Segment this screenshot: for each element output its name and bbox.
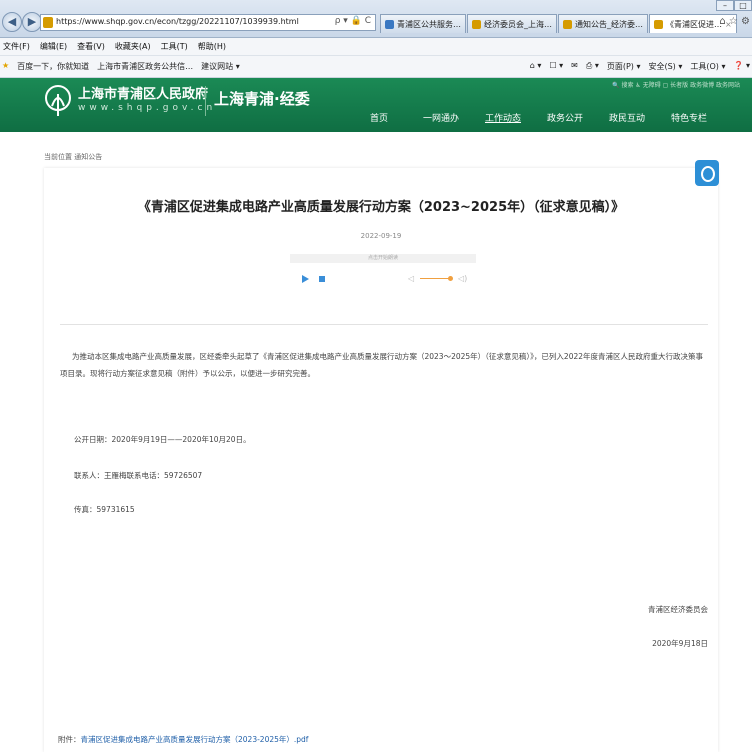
back-button[interactable]: ◀	[2, 12, 22, 32]
attachment-link[interactable]: 青浦区促进集成电路产业高质量发展行动方案（2023-2025年）.pdf	[81, 735, 309, 744]
print-icon[interactable]: ⎙ ▾	[586, 61, 599, 72]
tab-public-service[interactable]: 青浦区公共服务…	[380, 14, 466, 33]
content-divider	[60, 324, 708, 325]
tools-menu[interactable]: 工具(O) ▾	[690, 61, 725, 72]
maximize-button[interactable]: □	[734, 0, 752, 11]
site-title[interactable]: 上海市青浦区人民政府	[78, 83, 208, 102]
volume-slider-handle[interactable]	[448, 276, 453, 281]
minimize-button[interactable]: –	[716, 0, 734, 11]
menu-help[interactable]: 帮助(H)	[198, 41, 226, 52]
volume-down-icon[interactable]: ◁	[408, 274, 414, 283]
read-aloud-label[interactable]: 点击开始朗读	[290, 254, 476, 263]
site-favicon-icon	[43, 17, 53, 28]
fav-baidu[interactable]: 百度一下，你就知道	[17, 61, 89, 72]
play-icon[interactable]	[302, 275, 309, 283]
department-name[interactable]: 上海青浦·经委	[214, 88, 310, 109]
article-body: 为推动本区集成电路产业高质量发展，区经委牵头起草了《青浦区促进集成电路产业高质量…	[60, 352, 704, 378]
tab-favicon-icon	[472, 19, 481, 29]
attachment-row: 附件：青浦区促进集成电路产业高质量发展行动方案（2023-2025年）.pdf	[58, 734, 308, 745]
nav-gov-affairs[interactable]: 政务公开	[534, 111, 596, 124]
header-divider	[205, 86, 206, 116]
public-period: 公开日期：2020年9月19日——2020年10月20日。	[74, 435, 251, 444]
address-bar[interactable]: https://www.shqp.gov.cn/econ/tzgg/202211…	[40, 14, 376, 31]
fav-qingpu[interactable]: 上海市青浦区政务公共信…	[97, 61, 193, 72]
mail-icon[interactable]: ✉	[571, 61, 578, 72]
menu-bar: 文件(F) 编辑(E) 查看(V) 收藏夹(A) 工具(T) 帮助(H)	[0, 38, 752, 56]
nav-online-service[interactable]: 一网通办	[410, 111, 472, 124]
stop-icon[interactable]	[319, 276, 325, 282]
article-date: 2022-09-19	[360, 232, 402, 240]
tab-notices[interactable]: 通知公告_经济委…	[558, 14, 648, 33]
menu-view[interactable]: 查看(V)	[77, 41, 105, 52]
utility-links[interactable]: 🔍 搜索 ♿ 无障碍 ▢ 长者版 政务微博 政务网站	[612, 80, 740, 89]
safety-menu[interactable]: 安全(S) ▾	[648, 61, 682, 72]
floating-assistant-icon[interactable]	[695, 160, 719, 186]
forward-button[interactable]: ▶	[22, 12, 42, 32]
address-tools[interactable]: ρ ▾ 🔒 C	[335, 16, 371, 26]
nav-home[interactable]: 首页	[348, 111, 410, 124]
breadcrumb[interactable]: 当前位置 通知公告	[44, 152, 102, 162]
attachment-label: 附件：	[58, 735, 81, 744]
address-text[interactable]: https://www.shqp.gov.cn/econ/tzgg/202211…	[56, 17, 299, 26]
fax-info: 传真：59731615	[74, 505, 135, 514]
page-menu[interactable]: 页面(P) ▾	[607, 61, 641, 72]
issuer-signature: 青浦区经济委员会	[648, 605, 708, 614]
tab-strip: 青浦区公共服务… 经济委员会_上海… 通知公告_经济委… 《青浦区促进… ×	[380, 14, 738, 33]
tab-favicon-icon	[654, 19, 663, 29]
main-nav: 首页 一网通办 工作动态 政务公开 政民互动 特色专栏	[348, 111, 720, 124]
issue-date: 2020年9月18日	[652, 639, 708, 648]
tab-favicon-icon	[563, 19, 572, 29]
home-icon[interactable]: ⌂ ▾	[530, 61, 542, 72]
tab-favicon-icon	[385, 19, 394, 29]
nav-special-columns[interactable]: 特色专栏	[658, 111, 720, 124]
tab-econ-committee[interactable]: 经济委员会_上海…	[467, 14, 557, 33]
browser-toolbar: ◀ ▶ https://www.shqp.gov.cn/econ/tzgg/20…	[0, 0, 752, 38]
window-controls: – □	[716, 0, 752, 11]
fav-suggested[interactable]: 建议网站 ▾	[201, 61, 240, 72]
article-title: 《青浦区促进集成电路产业高质量发展行动方案（2023~2025年）（征求意见稿）…	[137, 200, 625, 215]
article-card: 《青浦区促进集成电路产业高质量发展行动方案（2023~2025年）（征求意见稿）…	[44, 168, 718, 752]
nav-work-news[interactable]: 工作动态	[472, 111, 534, 124]
site-header: 上海市青浦区人民政府 www.shqp.gov.cn 上海青浦·经委 🔍 搜索 …	[0, 78, 752, 132]
feeds-icon[interactable]: ☐ ▾	[549, 61, 563, 72]
contact-info: 联系人：王雁梅联系电话：59726507	[74, 471, 203, 480]
favorites-bar: ★ 百度一下，你就知道 上海市青浦区政务公共信… 建议网站 ▾ ⌂ ▾ ☐ ▾ …	[0, 56, 752, 78]
menu-edit[interactable]: 编辑(E)	[40, 41, 67, 52]
site-url: www.shqp.gov.cn	[78, 103, 217, 113]
menu-file[interactable]: 文件(F)	[3, 41, 30, 52]
volume-up-icon[interactable]: ◁)	[458, 274, 467, 283]
menu-tools[interactable]: 工具(T)	[161, 41, 188, 52]
menu-favorites[interactable]: 收藏夹(A)	[115, 41, 151, 52]
favorites-star-icon[interactable]: ★	[2, 61, 9, 72]
help-icon[interactable]: ❓ ▾	[733, 61, 750, 72]
audio-player: 点击开始朗读 ◁ ◁)	[290, 254, 476, 296]
government-emblem-icon	[45, 85, 71, 116]
nav-interaction[interactable]: 政民互动	[596, 111, 658, 124]
home-favorites-settings-icons[interactable]: ⌂ ☆ ⚙	[719, 16, 750, 27]
